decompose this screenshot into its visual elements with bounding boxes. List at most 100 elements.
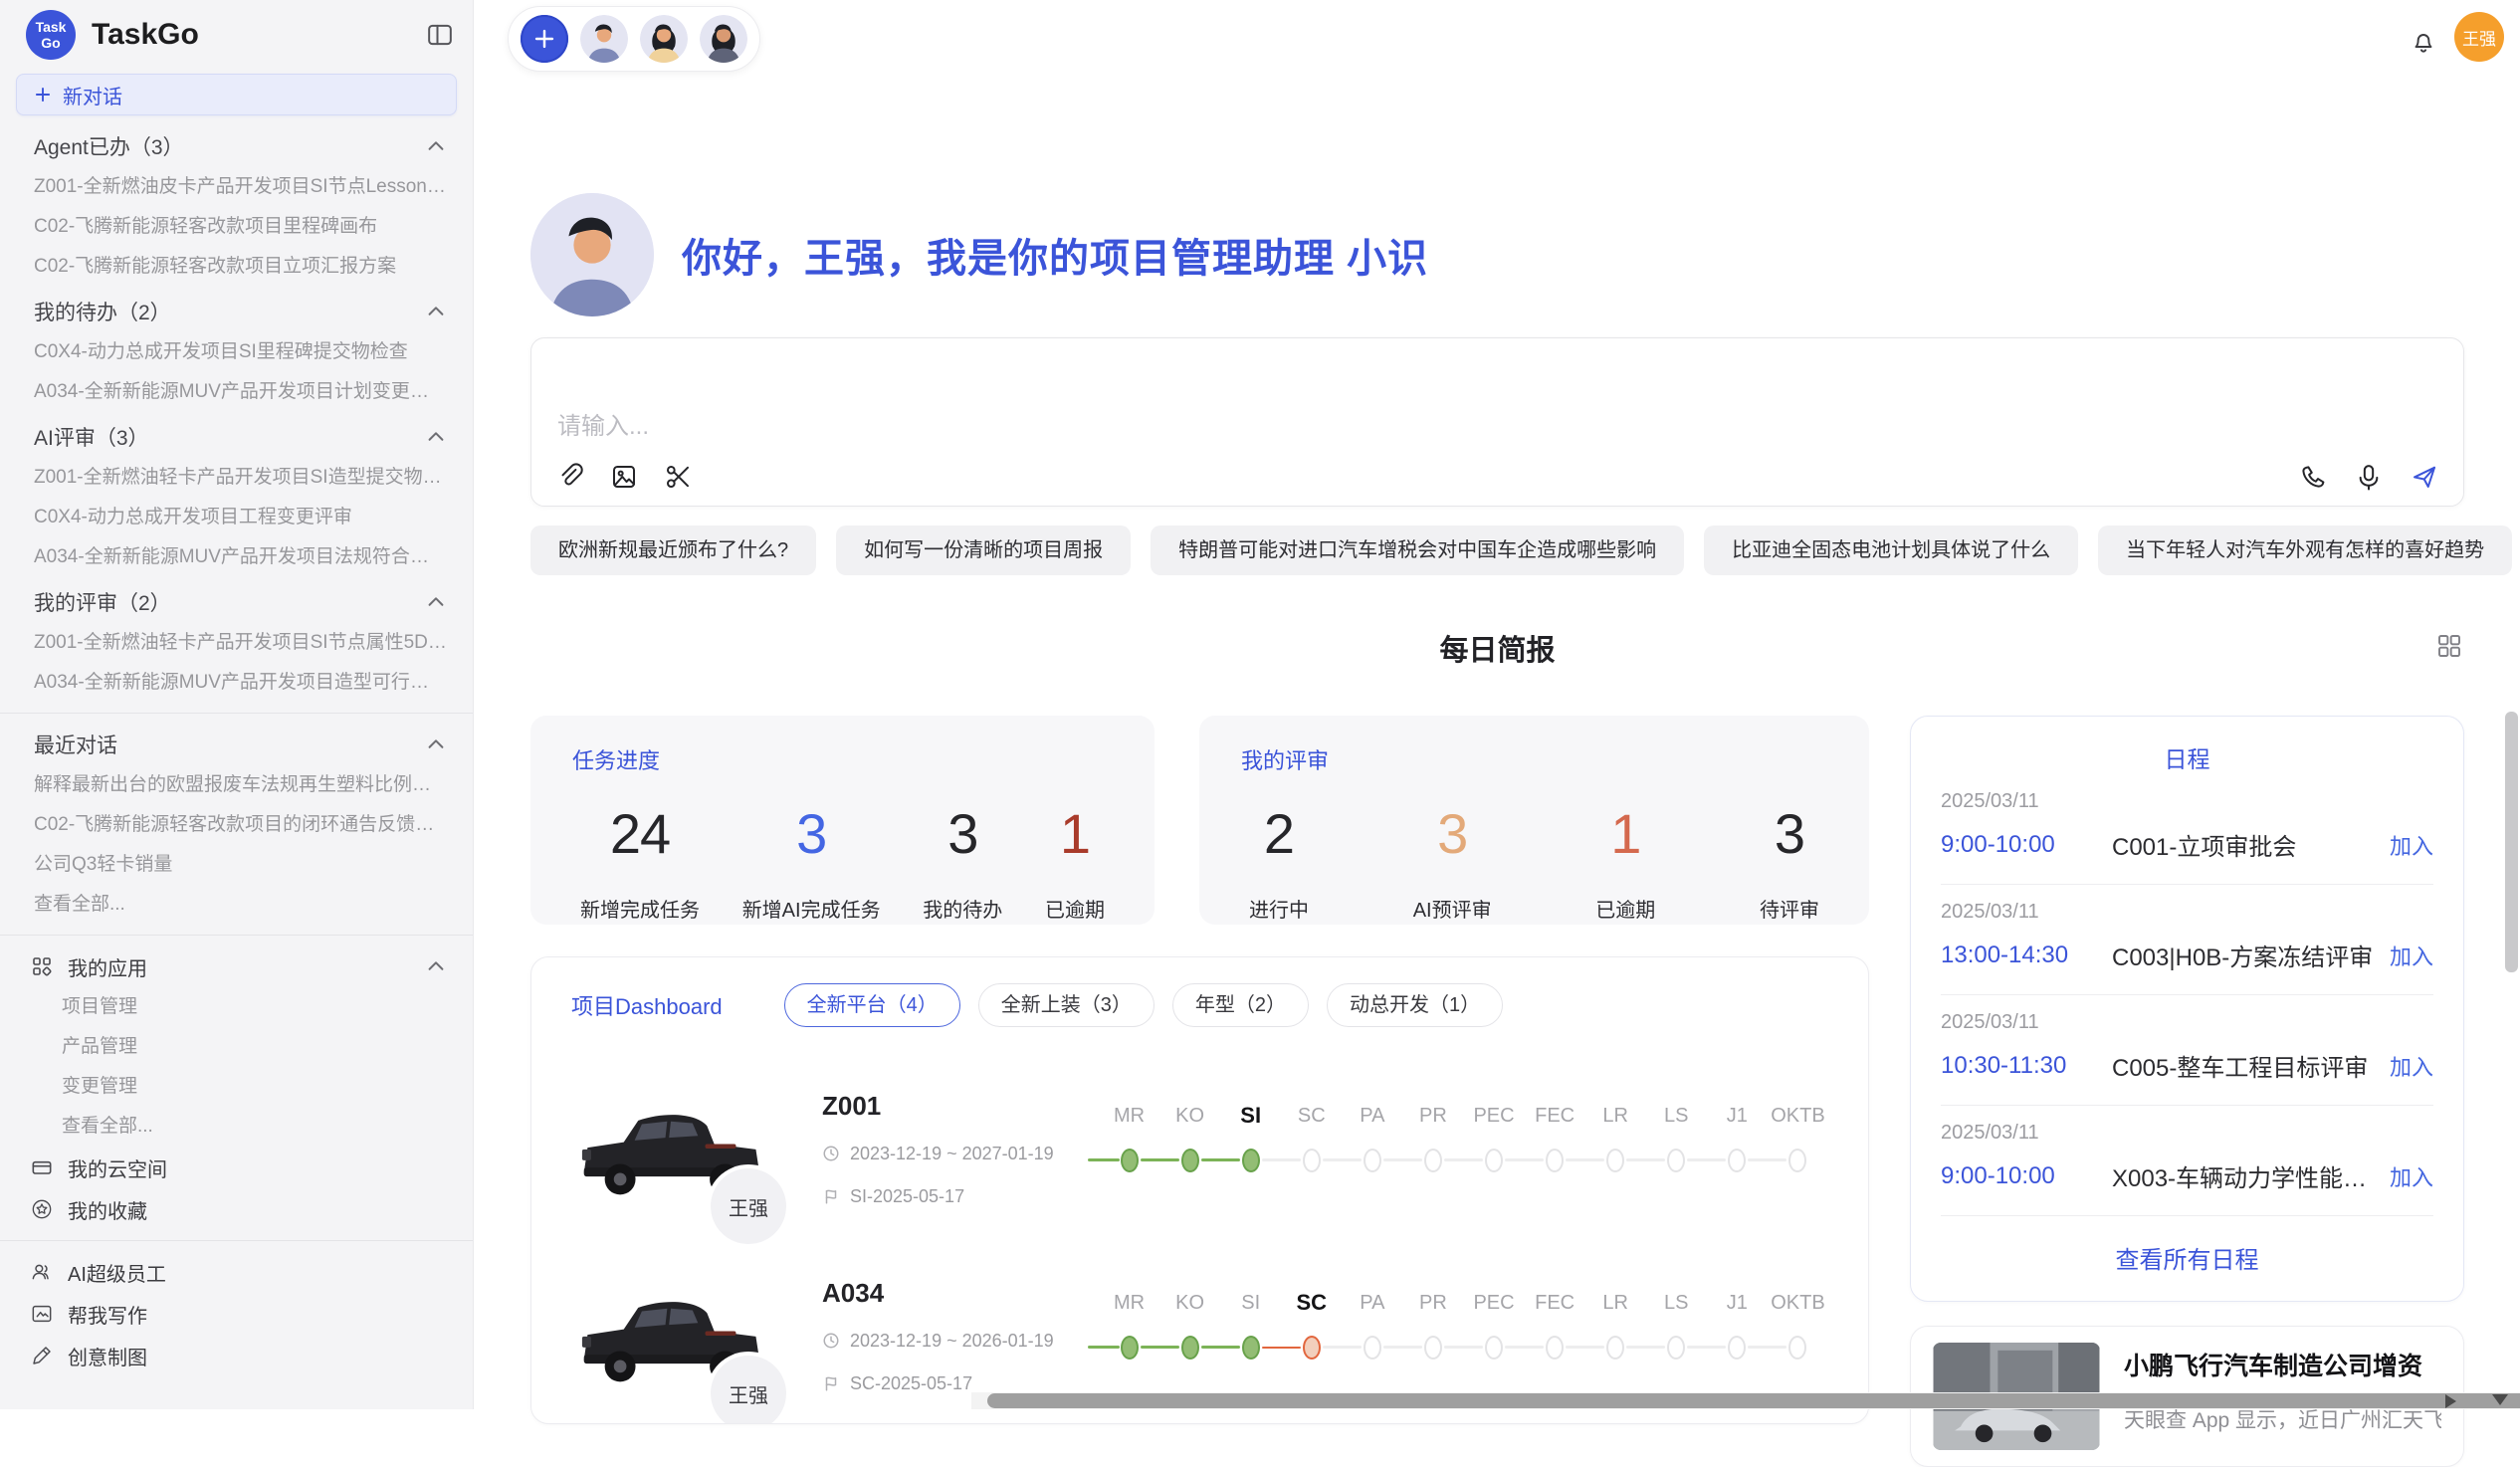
milestone-node[interactable] (1424, 1336, 1442, 1360)
dashboard-tab[interactable]: 动总开发（1） (1327, 983, 1503, 1027)
sidebar-task-item[interactable]: C0X4-动力总成开发项目SI里程碑提交物检查 (0, 332, 473, 372)
sidebar-task-item[interactable]: Z001-全新燃油皮卡产品开发项目SI节点Lesson Learn报告 (0, 167, 473, 207)
suggestion-chip[interactable]: 当下年轻人对汽车外观有怎样的喜好趋势 (2098, 525, 2512, 575)
suggestion-chip[interactable]: 如何写一份清晰的项目周报 (836, 525, 1131, 575)
milestone-connector (1383, 1346, 1422, 1349)
schedule-event[interactable]: 2025/03/119:00-10:00C001-立项审批会加入 (1941, 774, 2433, 885)
image-icon[interactable] (609, 462, 639, 492)
scroll-down-arrow[interactable] (2492, 1394, 2508, 1405)
new-chat-button[interactable]: 新对话 (16, 74, 457, 115)
my-apps-header[interactable]: 我的应用 (0, 945, 473, 987)
event-row: 9:00-10:00C001-立项审批会加入 (1941, 827, 2433, 862)
milestone-node[interactable] (1364, 1149, 1381, 1172)
layout-grid-icon[interactable] (2434, 631, 2464, 661)
milestone-label: J1 (1707, 1101, 1768, 1131)
sidebar-task-item[interactable]: Z001-全新燃油轻卡产品开发项目SI造型提交物评审 (0, 458, 473, 498)
sidebar-divider (0, 935, 473, 936)
sidebar-item-我的云空间[interactable]: 我的云空间 (0, 1147, 473, 1188)
sidebar-section-label: 我的待办（2） (34, 297, 425, 326)
milestone-node[interactable] (1485, 1336, 1503, 1360)
my-apps-child-item[interactable]: 项目管理 (0, 987, 473, 1027)
join-link[interactable]: 加入 (2390, 1050, 2433, 1082)
milestone-node[interactable] (1121, 1149, 1139, 1172)
milestone-node[interactable] (1606, 1336, 1624, 1360)
team-member-avatar[interactable] (580, 15, 628, 63)
milestone-node[interactable] (1242, 1336, 1260, 1360)
milestone-node[interactable] (1181, 1336, 1199, 1360)
sidebar-task-item[interactable]: C02-飞腾新能源轻客改款项目里程碑画布 (0, 207, 473, 247)
team-member-avatar[interactable] (700, 15, 747, 63)
horizontal-scrollbar-thumb[interactable] (987, 1393, 2520, 1408)
milestone-node[interactable] (1181, 1149, 1199, 1172)
project-row[interactable]: 王强Z0012023-12-19 ~ 2027-01-19SI-2025-05-… (571, 1083, 1828, 1214)
attachment-icon[interactable] (555, 462, 585, 492)
vertical-scrollbar-thumb[interactable] (2505, 712, 2518, 972)
sidebar-collapse-icon[interactable] (425, 20, 455, 50)
suggestion-chip[interactable]: 特朗普可能对进口汽车增税会对中国车企造成哪些影响 (1151, 525, 1684, 575)
dashboard-tab[interactable]: 全新平台（4） (784, 983, 960, 1027)
milestone-node[interactable] (1242, 1149, 1260, 1172)
recent-view-all[interactable]: 查看全部... (0, 885, 473, 925)
schedule-event[interactable]: 2025/03/1113:00-14:30C003|H0B-方案冻结评审加入 (1941, 885, 2433, 995)
milestone-node[interactable] (1667, 1336, 1685, 1360)
dashboard-tab[interactable]: 年型（2） (1172, 983, 1309, 1027)
sidebar-item-创意制图[interactable]: 创意制图 (0, 1335, 473, 1376)
milestone-node[interactable] (1303, 1336, 1321, 1360)
stat-label: AI预评审 (1413, 894, 1492, 923)
milestone-node[interactable] (1485, 1149, 1503, 1172)
dashboard-tab[interactable]: 全新上装（3） (978, 983, 1155, 1027)
sidebar-section-header[interactable]: 我的待办（2） (0, 291, 473, 332)
milestone-node[interactable] (1121, 1336, 1139, 1360)
schedule-event[interactable]: 2025/03/1110:30-11:30C005-整车工程目标评审加入 (1941, 995, 2433, 1106)
sidebar-task-item[interactable]: C0X4-动力总成开发项目工程变更评审 (0, 498, 473, 537)
suggestion-chip[interactable]: 比亚迪全固态电池计划具体说了什么 (1704, 525, 2078, 575)
sidebar-item-帮我写作[interactable]: 帮我写作 (0, 1293, 473, 1335)
my-apps-child-item[interactable]: 变更管理 (0, 1067, 473, 1107)
sidebar-section-header[interactable]: Agent已办（3） (0, 125, 473, 167)
add-button[interactable] (521, 15, 568, 63)
sidebar-task-item[interactable]: A034-全新新能源MUV产品开发项目法规符合性评审 (0, 537, 473, 577)
project-owner-badge: 王强 (711, 1168, 786, 1244)
sidebar-item-AI超级员工[interactable]: AI超级员工 (0, 1251, 473, 1293)
sidebar-item-我的收藏[interactable]: 我的收藏 (0, 1188, 473, 1230)
sidebar-task-item[interactable]: A034-全新新能源MUV产品开发项目造型可行性评审 (0, 663, 473, 703)
phone-icon[interactable] (2298, 462, 2328, 492)
my-apps-child-item[interactable]: 产品管理 (0, 1027, 473, 1067)
recent-section-header[interactable]: 最近对话 (0, 724, 473, 765)
sidebar-section-header[interactable]: 我的评审（2） (0, 581, 473, 623)
view-all-schedule-link[interactable]: 查看所有日程 (1941, 1240, 2433, 1275)
scissors-icon[interactable] (663, 462, 693, 492)
milestone-node[interactable] (1546, 1149, 1564, 1172)
milestone-node[interactable] (1728, 1149, 1746, 1172)
stat-card: 我的评审2进行中3AI预评审1已逾期3待评审 (1199, 716, 1869, 925)
milestone-node[interactable] (1364, 1336, 1381, 1360)
my-apps-child-item[interactable]: 查看全部... (0, 1107, 473, 1147)
microphone-icon[interactable] (2354, 462, 2384, 492)
sidebar-section-header[interactable]: AI评审（3） (0, 416, 473, 458)
scroll-right-arrow[interactable] (2445, 1394, 2456, 1408)
milestone-node[interactable] (1728, 1336, 1746, 1360)
recent-conversation-item[interactable]: 公司Q3轻卡销量 (0, 845, 473, 885)
chat-composer[interactable]: 请输入... (530, 337, 2464, 507)
milestone-node[interactable] (1303, 1149, 1321, 1172)
join-link[interactable]: 加入 (2390, 829, 2433, 861)
milestone-node[interactable] (1667, 1149, 1685, 1172)
milestone-node[interactable] (1546, 1336, 1564, 1360)
milestone-node[interactable] (1606, 1149, 1624, 1172)
project-row[interactable]: 王强A0342023-12-19 ~ 2026-01-19SC-2025-05-… (571, 1270, 1828, 1401)
sidebar-task-item[interactable]: Z001-全新燃油轻卡产品开发项目SI节点属性5D文件评审 (0, 623, 473, 663)
join-link[interactable]: 加入 (2390, 940, 2433, 971)
milestone-node[interactable] (1424, 1149, 1442, 1172)
recent-conversation-item[interactable]: C02-飞腾新能源轻客改款项目的闭环通告反馈情况 (0, 805, 473, 845)
horizontal-scrollbar[interactable] (971, 1392, 2520, 1409)
schedule-event[interactable]: 2025/03/119:00-10:00X003-车辆动力学性能验...加入 (1941, 1106, 2433, 1216)
recent-conversation-item[interactable]: 解释最新出台的欧盟报废车法规再生塑料比例被调至15%... (0, 765, 473, 805)
send-icon[interactable] (2410, 462, 2439, 492)
milestone-node[interactable] (1788, 1149, 1806, 1172)
milestone-node[interactable] (1788, 1336, 1806, 1360)
sidebar-task-item[interactable]: A034-全新新能源MUV产品开发项目计划变更表编写 (0, 372, 473, 412)
join-link[interactable]: 加入 (2390, 1160, 2433, 1192)
sidebar-task-item[interactable]: C02-飞腾新能源轻客改款项目立项汇报方案 (0, 247, 473, 287)
suggestion-chip[interactable]: 欧洲新规最近颁布了什么? (530, 525, 816, 575)
team-member-avatar[interactable] (640, 15, 688, 63)
